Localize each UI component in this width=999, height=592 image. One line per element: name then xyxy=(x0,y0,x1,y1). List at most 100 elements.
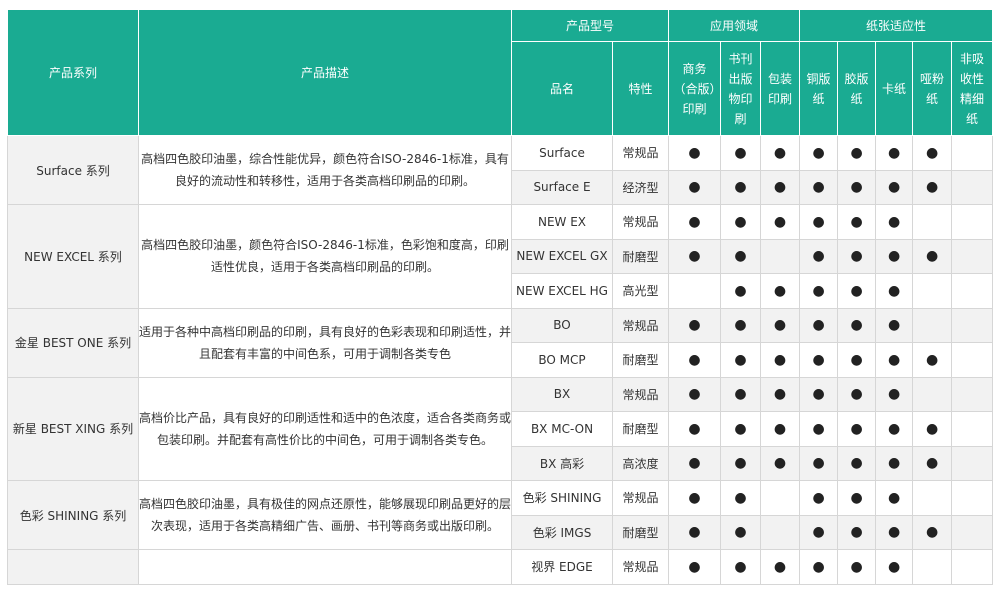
suitability-dot: ● xyxy=(837,273,877,309)
empty-cell xyxy=(951,238,994,274)
suitability-dot: ● xyxy=(760,204,801,240)
empty-cell xyxy=(951,445,994,481)
table-row: Surface 系列 高档四色胶印油墨，综合性能优异，颜色符合ISO-2846-1… xyxy=(7,135,994,205)
series-cell: Surface 系列 xyxy=(7,135,139,205)
series-cell xyxy=(7,549,139,585)
series-cell: 色彩 SHINING 系列 xyxy=(7,480,139,550)
empty-cell xyxy=(951,376,994,412)
series-cell: 新星 BEST XING 系列 xyxy=(7,376,139,481)
description-cell: 高档四色胶印油墨，综合性能优异，颜色符合ISO-2846-1标准，具有良好的流动… xyxy=(138,135,512,205)
suitability-dot: ● xyxy=(837,169,877,205)
suitability-dot: ● xyxy=(668,549,722,585)
suitability-dot: ● xyxy=(668,514,722,550)
suitability-dot: ● xyxy=(875,376,914,412)
table-row: NEW EXCEL 系列 高档四色胶印油墨，颜色符合ISO-2846-1标准，色彩… xyxy=(7,204,994,309)
series-cell: 金星 BEST ONE 系列 xyxy=(7,307,139,378)
empty-cell xyxy=(912,480,953,516)
feature-cell: 常规品 xyxy=(611,204,670,240)
suitability-dot: ● xyxy=(668,169,722,205)
suitability-dot: ● xyxy=(875,549,914,585)
empty-cell xyxy=(951,273,994,309)
suitability-dot: ● xyxy=(799,273,839,309)
header-feature: 特性 xyxy=(611,41,670,136)
empty-cell xyxy=(912,307,953,343)
header-name: 品名 xyxy=(511,41,613,136)
suitability-dot: ● xyxy=(760,169,801,205)
table-row: 金星 BEST ONE 系列 适用于各种中高档印刷品的印刷，具有良好的色彩表现和印… xyxy=(7,307,994,378)
suitability-dot: ● xyxy=(837,514,877,550)
ink-product-table: 产品系列 产品描述 产品型号 应用领域 纸张适应性 品名 特性 商务（合版）印刷… xyxy=(7,9,994,585)
product-name-cell: BX MC-ON xyxy=(511,411,613,447)
suitability-dot: ● xyxy=(837,549,877,585)
suitability-dot: ● xyxy=(837,376,877,412)
header-paper-group: 纸张适应性 xyxy=(799,9,994,42)
product-name-cell: NEW EXCEL GX xyxy=(511,238,613,274)
product-name-cell: Surface xyxy=(511,135,613,171)
suitability-dot: ● xyxy=(760,549,801,585)
feature-cell: 高浓度 xyxy=(611,445,670,481)
suitability-dot: ● xyxy=(720,445,762,481)
suitability-dot: ● xyxy=(720,135,762,171)
suitability-dot: ● xyxy=(912,514,953,550)
description-cell: 适用于各种中高档印刷品的印刷，具有良好的色彩表现和印刷适性，并且配套有丰富的中间… xyxy=(138,307,512,378)
empty-cell xyxy=(760,514,801,550)
suitability-dot: ● xyxy=(799,376,839,412)
empty-cell xyxy=(912,204,953,240)
suitability-dot: ● xyxy=(799,549,839,585)
product-name-cell: BX xyxy=(511,376,613,412)
suitability-dot: ● xyxy=(799,411,839,447)
header-app-col: 商务（合版）印刷 xyxy=(668,41,722,136)
suitability-dot: ● xyxy=(760,411,801,447)
suitability-dot: ● xyxy=(875,238,914,274)
empty-cell xyxy=(951,135,994,171)
suitability-dot: ● xyxy=(875,169,914,205)
empty-cell xyxy=(760,238,801,274)
empty-cell xyxy=(912,549,953,585)
suitability-dot: ● xyxy=(875,273,914,309)
product-name-cell: BX 高彩 xyxy=(511,445,613,481)
suitability-dot: ● xyxy=(720,549,762,585)
feature-cell: 耐磨型 xyxy=(611,411,670,447)
empty-cell xyxy=(951,307,994,343)
suitability-dot: ● xyxy=(875,514,914,550)
empty-cell xyxy=(951,411,994,447)
suitability-dot: ● xyxy=(720,342,762,378)
suitability-dot: ● xyxy=(875,480,914,516)
empty-cell xyxy=(951,480,994,516)
suitability-dot: ● xyxy=(837,445,877,481)
suitability-dot: ● xyxy=(912,411,953,447)
header-series: 产品系列 xyxy=(7,9,139,136)
description-cell: 高档价比产品，具有良好的印刷适性和适中的色浓度，适合各类商务或包装印刷。并配套有… xyxy=(138,376,512,481)
header-paper-col: 卡纸 xyxy=(875,41,914,136)
feature-cell: 耐磨型 xyxy=(611,342,670,378)
suitability-dot: ● xyxy=(837,480,877,516)
header-paper-col: 胶版纸 xyxy=(837,41,877,136)
suitability-dot: ● xyxy=(668,342,722,378)
empty-cell xyxy=(951,204,994,240)
suitability-dot: ● xyxy=(720,204,762,240)
suitability-dot: ● xyxy=(799,514,839,550)
empty-cell xyxy=(912,273,953,309)
suitability-dot: ● xyxy=(668,238,722,274)
feature-cell: 耐磨型 xyxy=(611,238,670,274)
header-paper-col: 非吸收性精细纸 xyxy=(951,41,994,136)
header-app-col: 包装印刷 xyxy=(760,41,801,136)
suitability-dot: ● xyxy=(720,273,762,309)
suitability-dot: ● xyxy=(720,169,762,205)
empty-cell xyxy=(951,549,994,585)
suitability-dot: ● xyxy=(837,135,877,171)
suitability-dot: ● xyxy=(875,411,914,447)
suitability-dot: ● xyxy=(837,204,877,240)
empty-cell xyxy=(760,480,801,516)
feature-cell: 常规品 xyxy=(611,549,670,585)
suitability-dot: ● xyxy=(912,238,953,274)
suitability-dot: ● xyxy=(760,376,801,412)
empty-cell xyxy=(951,514,994,550)
suitability-dot: ● xyxy=(799,342,839,378)
header-app-group: 应用领域 xyxy=(668,9,801,42)
suitability-dot: ● xyxy=(875,445,914,481)
feature-cell: 经济型 xyxy=(611,169,670,205)
header-paper-col: 铜版纸 xyxy=(799,41,839,136)
product-name-cell: 视界 EDGE xyxy=(511,549,613,585)
suitability-dot: ● xyxy=(875,204,914,240)
